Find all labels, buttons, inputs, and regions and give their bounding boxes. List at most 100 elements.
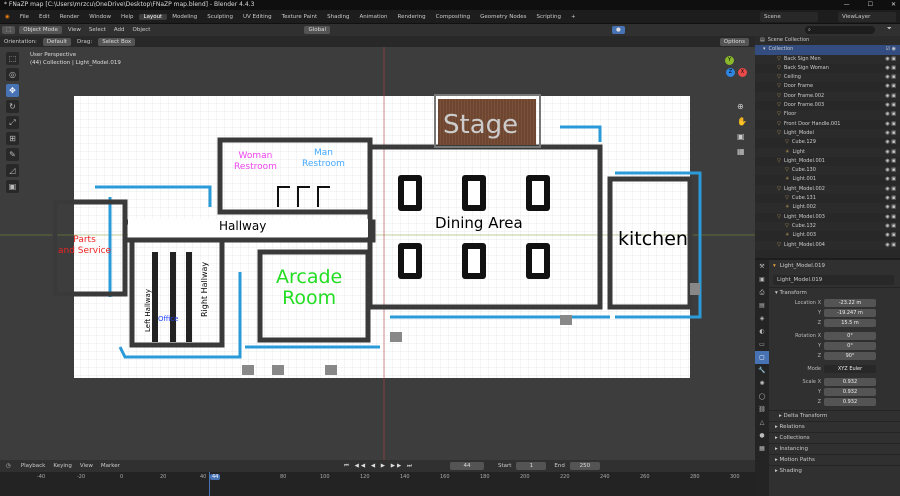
tab-shading[interactable]: Shading <box>322 14 354 20</box>
visibility-eye-icon[interactable]: ◉ ▣ <box>885 110 896 119</box>
close-icon[interactable]: ✕ <box>891 0 896 10</box>
menu-edit[interactable]: Edit <box>34 14 55 20</box>
select-tool-icon[interactable]: ⬚ <box>6 52 19 65</box>
tab-scripting[interactable]: Scripting <box>532 14 566 20</box>
playback-controls[interactable]: ⏮ ◀◀ ◀ ▶ ▶▶ ⏭ <box>344 463 414 470</box>
grid-view-icon[interactable]: ▦ <box>737 144 747 159</box>
visibility-eye-icon[interactable]: ◉ ▣ <box>885 101 896 110</box>
outliner-item[interactable]: ▽ Floor ◉ ▣ <box>755 110 900 120</box>
particles-tab-icon[interactable]: ✺ <box>755 377 769 390</box>
menu-view[interactable]: View <box>64 27 85 33</box>
cursor-tool-icon[interactable]: ◎ <box>6 68 19 81</box>
measure-tool-icon[interactable]: ◿ <box>6 164 19 177</box>
visibility-eye-icon[interactable]: ◉ ▣ <box>885 241 896 250</box>
tab-texture-paint[interactable]: Texture Paint <box>277 14 323 20</box>
object-name-field[interactable]: Light_Model.019 <box>773 275 894 285</box>
menu-keying[interactable]: Keying <box>49 463 75 469</box>
start-frame-field[interactable]: 1 <box>516 462 547 470</box>
delta-transform-panel[interactable]: ▸ Delta Transform <box>755 410 900 421</box>
visibility-eye-icon[interactable]: ◉ ▣ <box>885 92 896 101</box>
render-tab-icon[interactable]: ▣ <box>755 273 769 286</box>
blender-logo-icon[interactable]: ◉ <box>0 14 15 20</box>
axis-z-icon[interactable]: Z <box>726 68 735 77</box>
menu-file[interactable]: File <box>15 14 34 20</box>
transform-panel-header[interactable]: ▾ Transform <box>755 287 900 298</box>
instancing-panel[interactable]: ▸ Instancing <box>755 443 900 454</box>
texture-tab-icon[interactable]: ▦ <box>755 442 769 455</box>
move-tool-icon[interactable]: ✥ <box>6 84 19 97</box>
checkbox-icon[interactable]: ☑ ◉ <box>886 45 896 54</box>
add-workspace-button[interactable]: + <box>566 14 581 20</box>
output-tab-icon[interactable]: ⎙ <box>755 286 769 299</box>
outliner-item[interactable]: ☀ Light.001 ◉ ▣ <box>755 175 900 184</box>
menu-playback[interactable]: Playback <box>17 463 50 469</box>
visibility-eye-icon[interactable]: ◉ ▣ <box>885 73 896 82</box>
rotation-x-field[interactable]: 0° <box>824 332 876 340</box>
editor-type-icon[interactable]: ⬚ <box>2 26 16 34</box>
menu-help[interactable]: Help <box>116 14 139 20</box>
timeline-scrubber[interactable]: -40 -20 0 20 40 44 80 100 120 140 160 180 200 220 240 2… <box>0 472 755 496</box>
visibility-eye-icon[interactable]: ◉ ▣ <box>885 148 896 157</box>
modifier-tab-icon[interactable]: 🔧 <box>755 364 769 377</box>
outliner-scene-collection[interactable]: ▤ Scene Collection <box>755 36 900 46</box>
object-tab-icon[interactable]: ▢ <box>755 351 769 364</box>
axis-x-icon[interactable]: X <box>738 68 747 77</box>
outliner-item[interactable]: ▽ Cube.129 ◉ ▣ <box>755 138 900 147</box>
orientation-selector[interactable]: Default <box>42 37 72 46</box>
location-x-field[interactable]: -23.22 m <box>824 299 876 307</box>
filter-icon[interactable]: ⏷ <box>887 25 892 33</box>
visibility-eye-icon[interactable]: ◉ ▣ <box>885 203 896 212</box>
data-tab-icon[interactable]: △ <box>755 416 769 429</box>
timeline-editor-icon[interactable]: ◷ <box>0 463 17 469</box>
outliner-item[interactable]: ▽ Ceiling ◉ ▣ <box>755 73 900 83</box>
add-cube-tool-icon[interactable]: ▣ <box>6 180 19 193</box>
scale-x-field[interactable]: 0.932 <box>824 378 876 386</box>
drag-selector[interactable]: Select Box <box>98 37 136 46</box>
location-y-field[interactable]: -19.247 m <box>824 309 876 317</box>
outliner-item[interactable]: ▽ Light_Model.003 ◉ ▣ <box>755 213 900 222</box>
material-tab-icon[interactable]: ● <box>755 429 769 442</box>
physics-tab-icon[interactable]: ◯ <box>755 390 769 403</box>
visibility-eye-icon[interactable]: ◉ ▣ <box>885 138 896 147</box>
scene-tab-icon[interactable]: ◈ <box>755 312 769 325</box>
visibility-eye-icon[interactable]: ◉ ▣ <box>885 157 896 166</box>
scale-z-field[interactable]: 0.932 <box>824 398 876 406</box>
visibility-eye-icon[interactable]: ◉ ▣ <box>885 166 896 175</box>
tool-tab-icon[interactable]: ⚒ <box>755 260 769 273</box>
scene-selector[interactable]: Scene <box>760 12 818 22</box>
collections-panel[interactable]: ▸ Collections <box>755 432 900 443</box>
outliner-item[interactable]: ▽ Cube.130 ◉ ▣ <box>755 166 900 176</box>
outliner-collection[interactable]: ▾ Collection ☑ ◉ <box>755 45 900 55</box>
outliner-item[interactable]: ▽ Door Frame.002 ◉ ▣ <box>755 91 900 102</box>
menu-object[interactable]: Object <box>129 27 155 33</box>
shading-solid-icon[interactable]: ● <box>612 26 625 34</box>
visibility-eye-icon[interactable]: ◉ ▣ <box>885 194 896 203</box>
menu-marker[interactable]: Marker <box>97 463 124 469</box>
current-frame-field[interactable]: 44 <box>449 462 484 470</box>
tab-animation[interactable]: Animation <box>354 14 392 20</box>
pan-hand-icon[interactable]: ✋ <box>737 114 747 129</box>
menu-render[interactable]: Render <box>55 14 85 20</box>
visibility-eye-icon[interactable]: ◉ ▣ <box>885 120 896 129</box>
outliner-item[interactable]: ▽ Cube.131 ◉ ▣ <box>755 194 900 203</box>
relations-panel[interactable]: ▸ Relations <box>755 421 900 432</box>
mode-selector[interactable]: Object Mode <box>19 26 62 34</box>
menu-timeline-view[interactable]: View <box>76 463 97 469</box>
world-tab-icon[interactable]: ◐ <box>755 325 769 338</box>
tab-rendering[interactable]: Rendering <box>393 14 431 20</box>
outliner-item[interactable]: ▽ Light_Model.002 ◉ ▣ <box>755 184 900 195</box>
visibility-eye-icon[interactable]: ◉ ▣ <box>885 55 896 64</box>
constraints-tab-icon[interactable]: ⛓ <box>755 403 769 416</box>
tab-layout[interactable]: Layout <box>138 14 168 20</box>
outliner-item[interactable]: ☀ Light ◉ ▣ <box>755 147 900 157</box>
menu-window[interactable]: Window <box>84 14 116 20</box>
scale-y-field[interactable]: 0.932 <box>824 388 876 396</box>
transform-orientation-selector[interactable]: Global <box>304 26 331 34</box>
tab-modeling[interactable]: Modeling <box>167 14 202 20</box>
visibility-eye-icon[interactable]: ◉ ▣ <box>885 129 896 138</box>
annotate-tool-icon[interactable]: ✎ <box>6 148 19 161</box>
outliner-item[interactable]: ▽ Light_Model ◉ ▣ <box>755 128 900 139</box>
location-z-field[interactable]: 15.5 m <box>824 319 876 327</box>
menu-add[interactable]: Add <box>110 27 129 33</box>
outliner-item[interactable]: ☀ Light.002 ◉ ▣ <box>755 203 900 213</box>
